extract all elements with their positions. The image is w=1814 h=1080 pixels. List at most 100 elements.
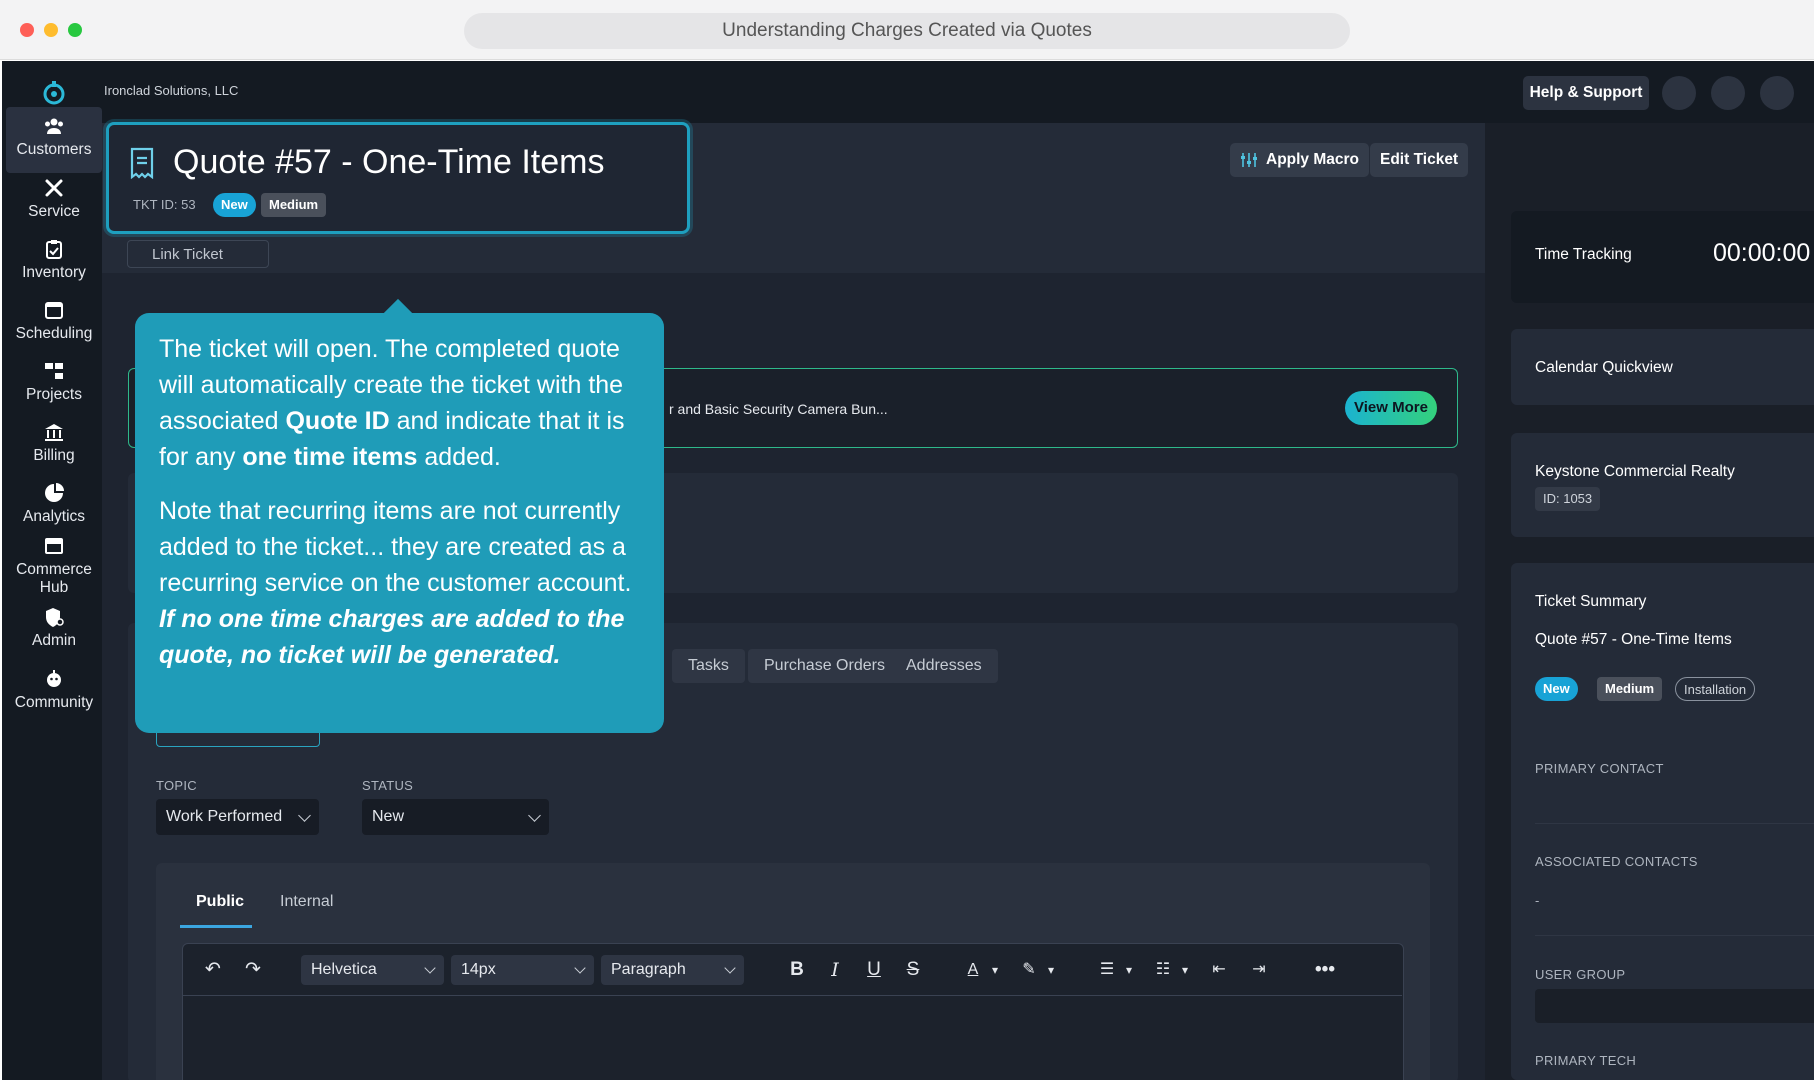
sidebar-item-scheduling[interactable]: Scheduling [6,291,102,357]
ticket-title: Quote #57 - One-Time Items [173,143,605,181]
pie-chart-icon [45,483,64,502]
status-value: New [372,808,405,825]
view-more-button[interactable]: View More [1345,391,1437,425]
topic-label: TOPIC [156,778,197,793]
time-tracking-label: Time Tracking [1535,246,1632,263]
user-group-label: USER GROUP [1535,967,1626,982]
banner-text: r and Basic Security Camera Bun... [669,401,888,417]
divider [1535,935,1814,936]
chevron-down-icon [574,962,586,974]
numbered-list-icon[interactable]: ☰ [1095,958,1119,982]
more-options-icon[interactable]: ••• [1313,958,1337,982]
tab-public[interactable]: Public [196,893,244,911]
tab-addresses[interactable]: Addresses [890,649,998,683]
calendar-quickview-label: Calendar Quickview [1535,359,1673,376]
chevron-down-icon[interactable]: ▾ [1173,958,1197,982]
browser-title-bar: Understanding Charges Created via Quotes [464,13,1350,49]
bullet-list-icon[interactable]: ☷ [1151,958,1175,982]
time-tracking-card: Time Tracking 00:00:00 [1511,211,1814,303]
macro-icon [1241,153,1257,167]
history-icon[interactable] [1662,76,1696,110]
font-size-value: 14px [461,961,496,978]
font-family-select[interactable]: Helvetica [301,955,444,985]
sidebar-item-service[interactable]: Service [6,169,102,235]
close-window-button[interactable] [20,23,34,37]
sidebar-item-label: Billing [33,447,75,464]
font-family-value: Helvetica [311,961,377,978]
sidebar-item-label: Commerce Hub [16,561,92,596]
block-format-select[interactable]: Paragraph [601,955,744,985]
timer-icon[interactable] [1711,76,1745,110]
calendar-icon [45,302,63,319]
ticket-title-highlight: Quote #57 - One-Time Items TKT ID: 53 Ne… [106,122,690,234]
company-name: Ironclad Solutions, LLC [104,83,239,98]
sidebar-item-projects[interactable]: Projects [6,352,102,418]
status-select[interactable]: New [362,799,549,835]
tab-tasks[interactable]: Tasks [672,649,745,683]
font-size-select[interactable]: 14px [451,955,594,985]
bold-icon[interactable]: B [785,958,809,982]
text-color-icon[interactable]: A [961,958,985,982]
chevron-down-icon [724,962,736,974]
ticket-summary-card: Ticket Summary Quote #57 - One-Time Item… [1511,563,1814,1080]
sidebar-item-admin[interactable]: Admin [6,598,102,664]
tab-purchase-orders[interactable]: Purchase Orders [748,649,901,683]
chevron-down-icon[interactable]: ▾ [1039,958,1063,982]
redo-icon[interactable]: ↷ [241,958,265,982]
sidebar-item-label: Inventory [22,264,86,281]
sidebar-item-label: Admin [32,632,76,649]
sidebar-item-inventory[interactable]: Inventory [6,230,102,296]
strikethrough-icon[interactable]: S [901,958,925,982]
undo-icon[interactable]: ↶ [201,958,225,982]
associated-contacts-label: ASSOCIATED CONTACTS [1535,854,1698,869]
user-group-select[interactable] [1535,989,1814,1023]
sidebar-item-community[interactable]: Community [6,660,102,726]
chevron-down-icon[interactable]: ▾ [983,958,1007,982]
rich-text-editor[interactable]: ↶ ↷ Helvetica 14px Paragraph B I U S A ▾… [182,943,1404,1080]
sidebar-item-label: Service [28,203,80,220]
bell-icon[interactable] [1760,76,1794,110]
link-ticket-button[interactable]: Link Ticket [127,240,269,268]
sidebar-item-customers[interactable]: Customers [6,107,102,173]
chevron-down-icon[interactable]: ▾ [1117,958,1141,982]
admin-shield-icon [46,608,64,627]
sidebar-item-commerce-hub[interactable]: Commerce Hub [6,527,102,605]
edit-ticket-button[interactable]: Edit Ticket [1370,143,1469,177]
callout-paragraph-1: The ticket will open. The completed quot… [159,331,640,475]
outdent-icon[interactable]: ⇤ [1207,958,1231,982]
maximize-window-button[interactable] [68,23,82,37]
priority-badge: Medium [261,193,327,217]
underline-icon[interactable]: U [862,958,886,982]
customer-card: Keystone Commercial Realty ID: 1053 [1511,433,1814,537]
customer-name[interactable]: Keystone Commercial Realty [1535,463,1735,481]
timer-value: 00:00:00 [1713,239,1811,267]
minimize-window-button[interactable] [44,23,58,37]
right-panel: Time Tracking 00:00:00 Calendar Quickvie… [1485,123,1814,1080]
button-label: Apply Macro [1266,151,1360,168]
tab-internal[interactable]: Internal [280,893,333,911]
sidebar-item-label: Analytics [22,508,86,525]
ticket-summary-title: Ticket Summary [1535,593,1647,610]
chevron-down-icon [424,962,436,974]
store-icon [45,538,63,554]
callout-emphasis: Quote ID [285,407,390,435]
calendar-quickview-card[interactable]: Calendar Quickview [1511,329,1814,405]
help-support-button[interactable]: Help & Support [1523,76,1649,110]
customers-icon [45,118,63,134]
highlight-icon[interactable]: ✎ [1017,958,1041,982]
indent-icon[interactable]: ⇥ [1247,958,1271,982]
apply-macro-button[interactable]: Apply Macro [1230,143,1370,177]
clipboard-icon [46,240,62,259]
priority-badge: Medium [1597,677,1663,701]
callout-emphasis: If no one time charges are added to the … [159,605,625,669]
status-badge: New [213,193,256,217]
app-logo-icon[interactable] [40,79,68,107]
ticket-id: TKT ID: 53 [133,197,196,212]
italic-icon[interactable]: I [823,958,847,982]
browser-chrome: Understanding Charges Created via Quotes [0,0,1814,60]
sidebar-item-billing[interactable]: Billing [6,413,102,479]
community-icon [47,670,61,687]
chevron-down-icon [298,809,311,822]
topic-select[interactable]: Work Performed [156,799,319,835]
block-format-value: Paragraph [611,961,686,978]
